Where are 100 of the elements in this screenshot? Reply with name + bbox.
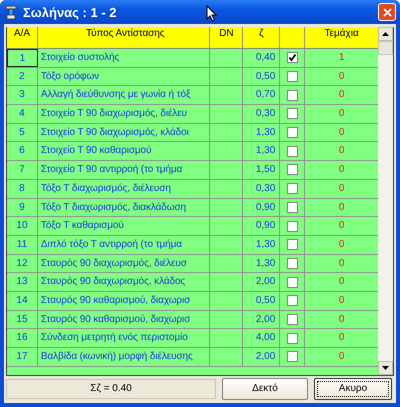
checkbox[interactable] bbox=[286, 332, 298, 344]
table-cell-text: 0 bbox=[338, 182, 346, 196]
table-cell: 4,00 bbox=[243, 329, 280, 347]
checkbox[interactable] bbox=[286, 183, 298, 194]
table-cell-text: 0 bbox=[338, 275, 346, 290]
table-cell-text: 0 bbox=[338, 312, 346, 327]
row-number-cell[interactable]: 6 bbox=[7, 142, 38, 160]
checkbox[interactable] bbox=[286, 164, 298, 176]
table-cell: Σύνδεση μετρητή ενός περιστομίο bbox=[38, 329, 210, 347]
row-number-cell[interactable]: 15 bbox=[7, 310, 38, 328]
close-icon bbox=[382, 8, 392, 16]
faucet-icon bbox=[5, 4, 19, 20]
table-cell: Διπλό τόξο Τ αντιρροή (το τμήμα bbox=[38, 236, 210, 254]
dialog-button[interactable]: Ακυρο bbox=[314, 378, 392, 400]
mouse-cursor-icon bbox=[206, 5, 217, 22]
up-arrow-icon bbox=[382, 32, 390, 36]
row-number-cell[interactable]: 11 bbox=[7, 236, 38, 254]
table-cell-text: 0 bbox=[338, 294, 346, 308]
row-number-cell[interactable]: 14 bbox=[7, 292, 38, 310]
row-number-cell[interactable]: 8 bbox=[7, 180, 38, 198]
window-title: Σωλήνας : 1 - 2 bbox=[23, 4, 117, 20]
down-arrow-icon bbox=[382, 366, 390, 370]
scroll-down-button[interactable] bbox=[378, 361, 393, 375]
table-cell: Σταυρός 90 διαχωρισμός, κλάδος bbox=[38, 273, 210, 291]
table-cell: 0,70 bbox=[243, 86, 280, 104]
row-number-cell[interactable]: 3 bbox=[7, 86, 38, 104]
table-cell: 2,00 bbox=[243, 310, 280, 328]
column-header: ζ bbox=[243, 27, 280, 48]
table-cell: 0,90 bbox=[243, 198, 280, 216]
table-cell: Στοιχείο Τ 90 διαχωρισμός, διέλευ bbox=[38, 105, 210, 123]
table-cell: Τόξο Τ διαχωρισμός, διακλάδωση bbox=[38, 198, 210, 216]
checkbox[interactable] bbox=[286, 52, 298, 64]
table-cell: 2,00 bbox=[243, 348, 280, 366]
scroll-up-button[interactable] bbox=[378, 27, 393, 41]
table-cell: 2,00 bbox=[243, 273, 280, 291]
row-number-cell[interactable]: 9 bbox=[7, 198, 38, 216]
checkbox[interactable] bbox=[286, 108, 298, 120]
table-cell: 0,50 bbox=[243, 68, 280, 86]
table-cell-text: 0 bbox=[338, 88, 346, 102]
checkbox[interactable] bbox=[286, 351, 298, 362]
table-cell-text: 0 bbox=[338, 256, 346, 271]
table-cell: Στοιχείο συστολής bbox=[38, 49, 210, 67]
table-cell: Σταυρός 90 καθαρισμού, διαχωρισ bbox=[38, 310, 210, 328]
scrollbar[interactable] bbox=[378, 27, 393, 375]
column-header: Τύπος Αντίστασης bbox=[38, 27, 210, 48]
table-cell-text: 0 bbox=[338, 107, 346, 122]
row-number-cell[interactable]: 4 bbox=[7, 105, 38, 123]
checkbox[interactable] bbox=[286, 276, 298, 288]
table-cell: Στοιχείο Τ 90 καθαρισμού bbox=[38, 142, 210, 160]
table-cell: 0,50 bbox=[243, 292, 280, 310]
row-number-cell[interactable]: 17 bbox=[7, 348, 38, 366]
table-cell-text: 1 bbox=[338, 51, 346, 65]
table-cell: Στοιχείο Τ 90 διαχωρισμός, κλάδοι bbox=[38, 124, 210, 142]
row-number-cell[interactable]: 12 bbox=[7, 254, 38, 272]
table-cell: Στοιχείο Τ 90 αντιρροή (το τμήμα bbox=[38, 161, 210, 179]
table-cell: Τόξο ορόφων bbox=[38, 68, 210, 86]
table-cell: 0,30 bbox=[243, 180, 280, 198]
table-cell-text: 0 bbox=[338, 219, 346, 234]
table-cell-text: 0 bbox=[338, 144, 346, 158]
table-cell: 1,50 bbox=[243, 161, 280, 179]
row-number-cell[interactable]: 10 bbox=[7, 217, 38, 235]
checkbox[interactable] bbox=[286, 220, 298, 232]
table-cell-text: 0 bbox=[338, 238, 346, 252]
table-cell: Βαλβίδα (κωνική) μορφή διέλευσης bbox=[38, 348, 210, 366]
table-cell: Τόξο Τ διαχωρισμός, διέλευση bbox=[38, 180, 210, 198]
table-cell: 0,40 bbox=[243, 49, 280, 67]
table-cell-text: 0 bbox=[338, 126, 346, 140]
checkbox[interactable] bbox=[286, 146, 298, 157]
checkbox[interactable] bbox=[286, 295, 298, 306]
table-cell: 1,30 bbox=[243, 124, 280, 142]
row-number-cell[interactable]: 5 bbox=[7, 124, 38, 142]
checkbox[interactable] bbox=[286, 71, 298, 82]
checkbox[interactable] bbox=[286, 258, 298, 269]
dialog-button[interactable]: Δεκτό bbox=[222, 378, 308, 400]
table-cell: 1,30 bbox=[243, 236, 280, 254]
table-cell: Σταυρός 90 καθαρισμού, διαχωρισ bbox=[38, 292, 210, 310]
row-number-cell[interactable]: 7 bbox=[7, 161, 38, 179]
column-header: DN bbox=[210, 27, 244, 48]
checkbox[interactable] bbox=[286, 202, 298, 213]
table-cell: 0,90 bbox=[243, 217, 280, 235]
checkbox[interactable] bbox=[286, 127, 298, 138]
row-number-cell[interactable]: 1 bbox=[7, 49, 38, 67]
row-number-cell[interactable]: 2 bbox=[7, 68, 38, 86]
column-header: Τεμάχια bbox=[324, 27, 360, 41]
table-cell-text: 0 bbox=[338, 163, 346, 178]
table-cell: Τόξο Τ καθαρισμού bbox=[38, 217, 210, 235]
table-cell: Αλλαγή διεύθυνσης με γωνία ή τόξ bbox=[38, 86, 210, 104]
row-number-cell[interactable]: 13 bbox=[7, 273, 38, 291]
table-cell: 1,30 bbox=[243, 142, 280, 160]
scroll-thumb[interactable] bbox=[378, 41, 393, 55]
checkbox[interactable] bbox=[286, 314, 298, 325]
checkbox[interactable] bbox=[286, 90, 298, 101]
table-cell-text: 0 bbox=[338, 70, 346, 84]
table-cell-text: 0 bbox=[338, 350, 346, 364]
close-button[interactable] bbox=[378, 3, 396, 21]
checkbox[interactable] bbox=[286, 239, 298, 250]
row-number-cell[interactable]: 16 bbox=[7, 329, 38, 347]
column-header: A/A bbox=[7, 27, 38, 48]
table-cell: 0,30 bbox=[243, 105, 280, 123]
table-cell-text: 0 bbox=[338, 331, 346, 346]
